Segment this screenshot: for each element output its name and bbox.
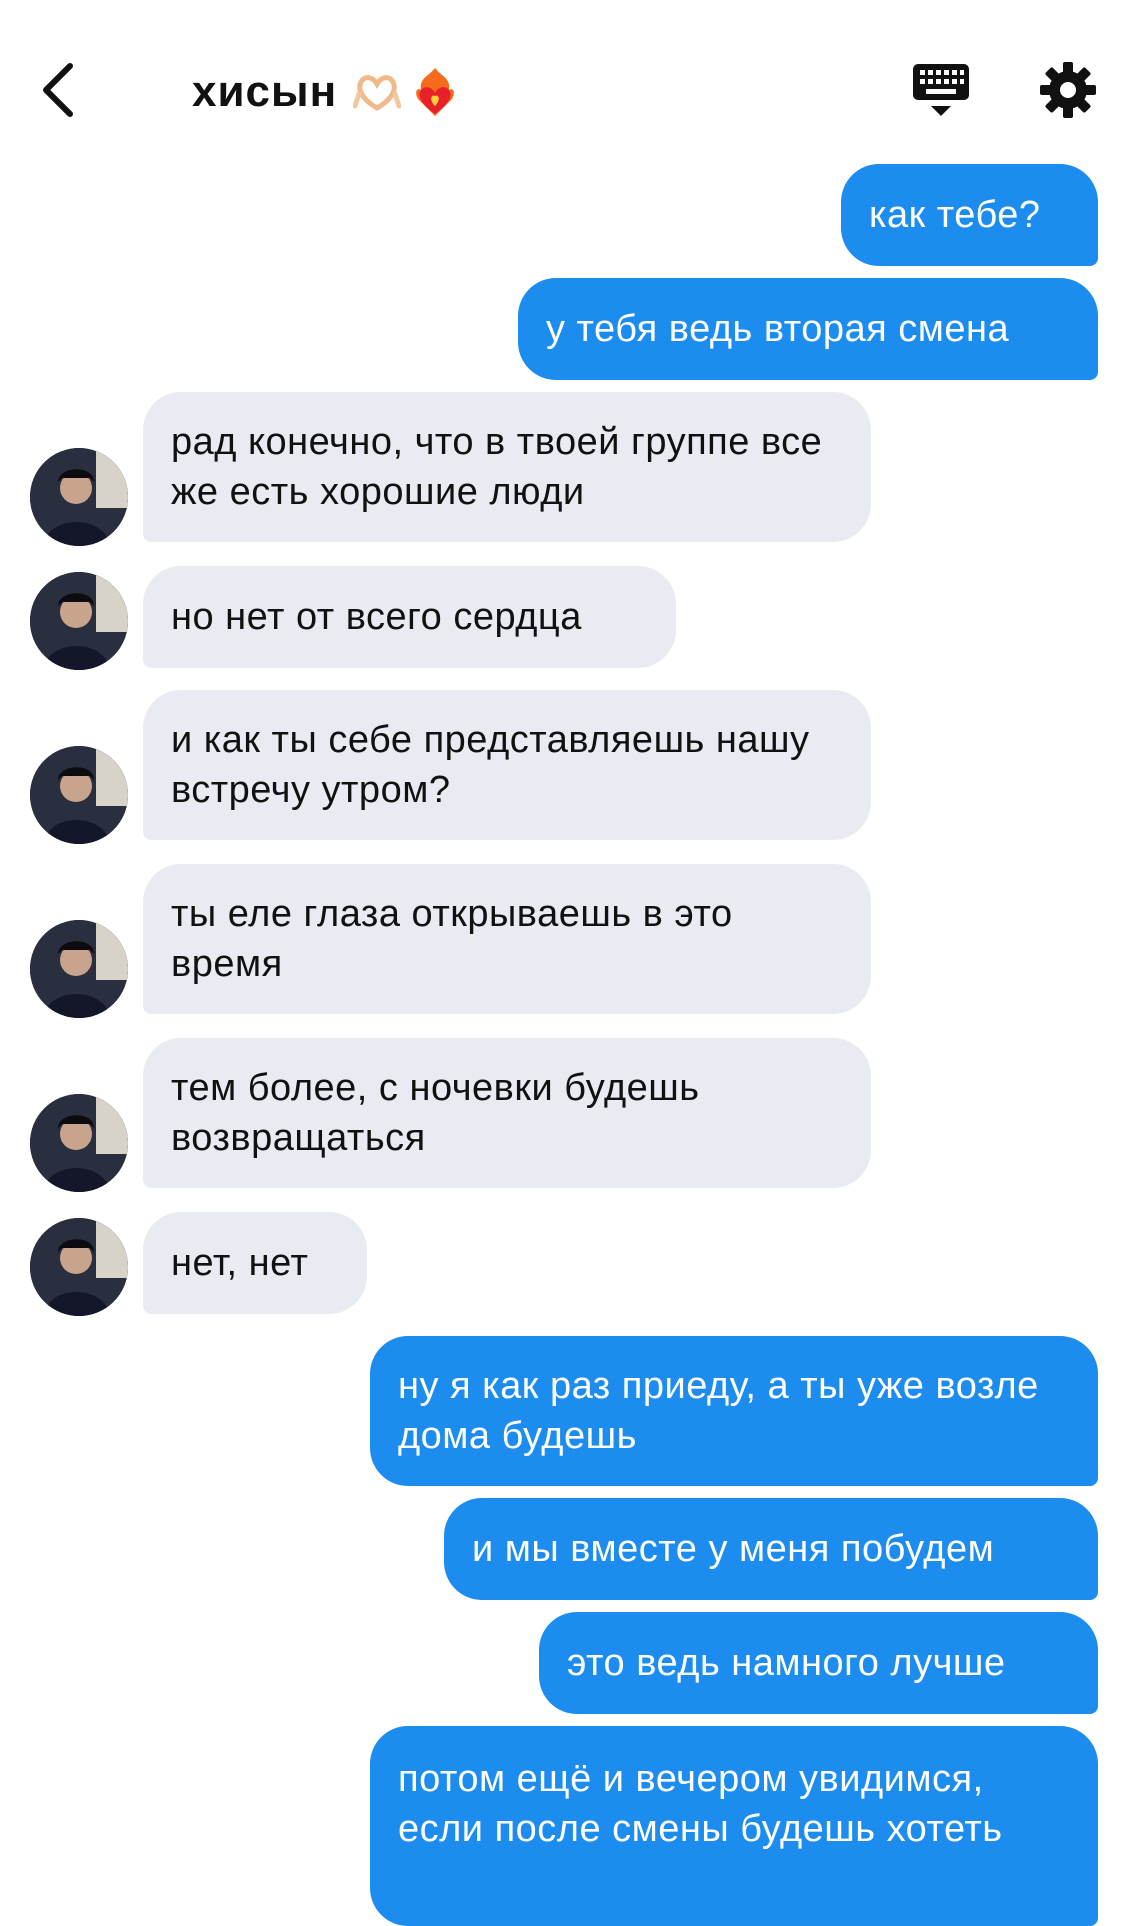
avatar[interactable] [30, 1218, 128, 1316]
message-text: нет, нет [171, 1242, 309, 1284]
back-button[interactable] [40, 62, 80, 118]
message-incoming[interactable]: нет, нет [143, 1212, 367, 1314]
avatar-photo-icon [30, 1094, 128, 1192]
gear-icon [1040, 62, 1096, 118]
avatar-photo-icon [30, 572, 128, 670]
message-incoming[interactable]: ты еле глаза открываешь в это время [143, 864, 871, 1014]
message-text: у тебя ведь вторая смена [546, 308, 1010, 350]
keyboard-button[interactable] [912, 62, 970, 120]
message-outgoing[interactable]: ну я как раз приеду, а ты уже возле дома… [370, 1336, 1098, 1486]
keyboard-icon [913, 64, 969, 116]
message-outgoing[interactable]: потом ещё и вечером увидимся, если после… [370, 1726, 1098, 1926]
message-outgoing[interactable]: и мы вместе у меня побудем [444, 1498, 1098, 1600]
message-text: и как ты себе представляешь нашу встречу… [171, 719, 810, 811]
contact-name: хисын [192, 67, 338, 116]
avatar-photo-icon [30, 448, 128, 546]
message-outgoing[interactable]: у тебя ведь вторая смена [518, 278, 1098, 380]
heart-hands-emoji [353, 75, 402, 111]
chat-header: хисын [0, 0, 1130, 170]
avatar[interactable] [30, 1094, 128, 1192]
avatar[interactable] [30, 572, 128, 670]
message-text: ты еле глаза открываешь в это время [171, 893, 733, 985]
avatar-photo-icon [30, 746, 128, 844]
message-text: это ведь намного лучше [567, 1642, 1006, 1684]
message-text: ну я как раз приеду, а ты уже возле дома… [398, 1365, 1039, 1457]
message-text: рад конечно, что в твоей группе все же е… [171, 421, 823, 513]
message-text: и мы вместе у меня побудем [472, 1528, 995, 1570]
avatar[interactable] [30, 920, 128, 1018]
message-incoming[interactable]: тем более, с ночевки будешь возвращаться [143, 1038, 871, 1188]
avatar[interactable] [30, 448, 128, 546]
chevron-left-icon [43, 63, 73, 117]
message-incoming[interactable]: но нет от всего сердца [143, 566, 676, 668]
message-incoming[interactable]: и как ты себе представляешь нашу встречу… [143, 690, 871, 840]
message-outgoing[interactable]: это ведь намного лучше [539, 1612, 1098, 1714]
avatar-photo-icon [30, 1218, 128, 1316]
message-text: как тебе? [869, 194, 1041, 236]
chat-title[interactable]: хисын [192, 60, 459, 124]
avatar-photo-icon [30, 920, 128, 1018]
message-text: тем более, с ночевки будешь возвращаться [171, 1067, 700, 1159]
settings-button[interactable] [1040, 62, 1096, 118]
avatar[interactable] [30, 746, 128, 844]
heart-on-fire-emoji [416, 68, 454, 116]
message-incoming[interactable]: рад конечно, что в твоей группе все же е… [143, 392, 871, 542]
message-text: но нет от всего сердца [171, 596, 582, 638]
message-outgoing[interactable]: как тебе? [841, 164, 1098, 266]
message-text: потом ещё и вечером увидимся, если после… [398, 1758, 1003, 1850]
